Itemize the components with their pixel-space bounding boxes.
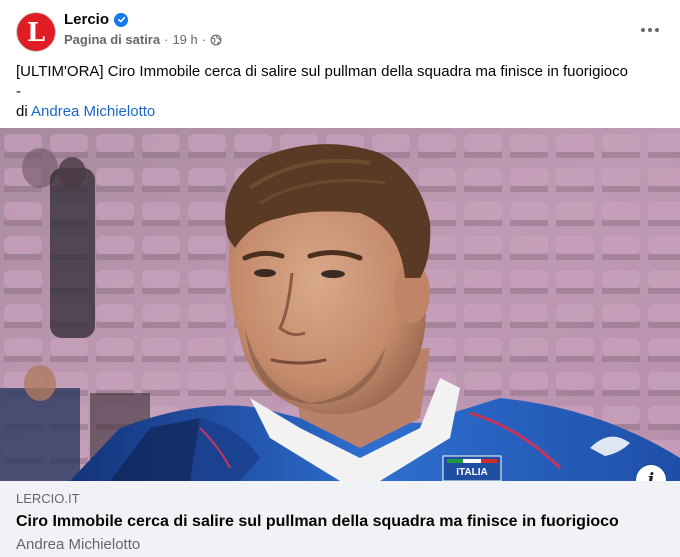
page-avatar[interactable]: L <box>16 12 56 52</box>
footballer-photo: ITALIA <box>0 128 680 481</box>
page-category: Pagina di satira <box>64 32 161 47</box>
jersey-badge-text: ITALIA <box>456 467 487 478</box>
post-text: [ULTIM'ORA] Ciro Immobile cerca di salir… <box>16 62 666 122</box>
link-domain: LERCIO.IT <box>16 491 80 506</box>
link-title[interactable]: Ciro Immobile cerca di salire sul pullma… <box>16 511 664 533</box>
post-headline: [ULTIM'ORA] Ciro Immobile cerca di salir… <box>16 63 628 80</box>
post-image[interactable]: ITALIA i <box>0 128 680 481</box>
page-name-row: Lercio <box>64 11 129 28</box>
post-dash: - <box>16 83 21 100</box>
post-byline: di Andrea Michielotto <box>16 102 666 122</box>
page-name-link[interactable]: Lercio <box>64 11 109 28</box>
byline-prefix: di <box>16 103 32 120</box>
verified-badge-icon <box>114 12 129 27</box>
italia-crest-badge: ITALIA <box>442 455 502 481</box>
author-link[interactable]: Andrea Michielotto <box>31 103 155 120</box>
globe-icon[interactable] <box>210 34 222 46</box>
more-options-icon[interactable] <box>636 16 664 44</box>
avatar-logo-letter: L <box>26 18 46 48</box>
link-preview-card[interactable]: LERCIO.IT Ciro Immobile cerca di salire … <box>0 481 680 557</box>
meta-separator: · <box>164 32 169 47</box>
post-header: L Lercio Pagina di satira · 19 h · <box>0 0 680 60</box>
link-author: Andrea Michielotto <box>16 536 141 553</box>
post-timestamp[interactable]: 19 h <box>172 32 197 47</box>
post-meta: Pagina di satira · 19 h · <box>64 32 222 47</box>
meta-separator-2: · <box>201 32 207 47</box>
